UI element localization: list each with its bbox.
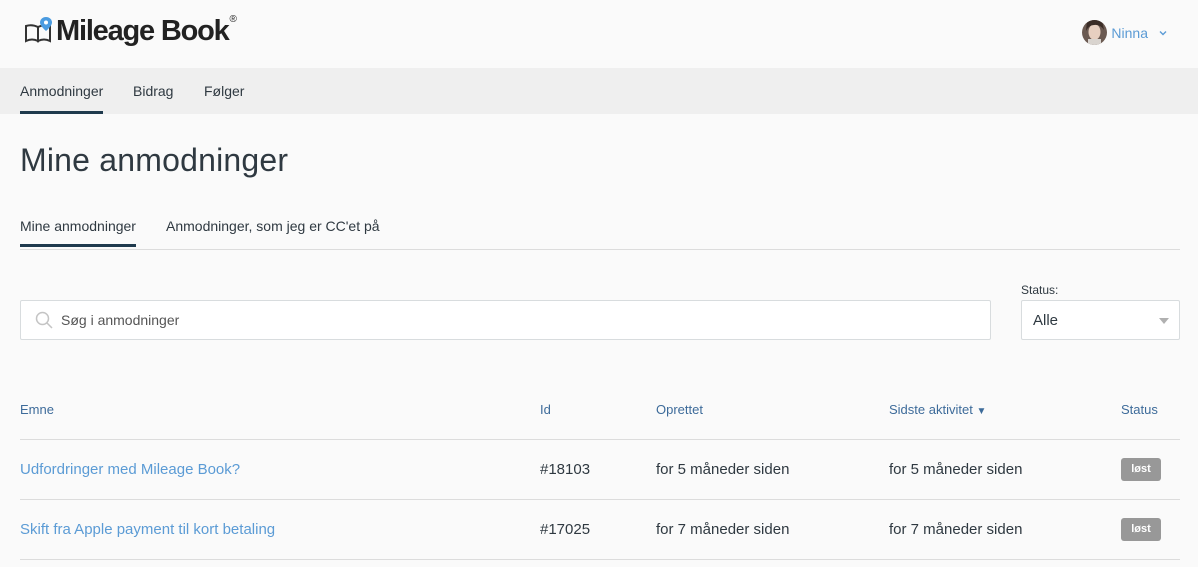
request-subject-link[interactable]: Udfordringer med Mileage Book? [20, 461, 240, 478]
request-id: #17025 [540, 521, 591, 538]
column-header-last-activity[interactable]: Sidste aktivitet ▼ [889, 402, 986, 417]
column-header-id[interactable]: Id [540, 402, 551, 417]
status-badge: løst [1121, 458, 1161, 481]
registered-mark: ® [229, 14, 237, 25]
column-header-created[interactable]: Oprettet [656, 402, 703, 417]
search-input[interactable] [61, 310, 961, 330]
site-header: Mileage Book ® Ninna [0, 0, 1198, 68]
caret-down-icon [1159, 318, 1169, 324]
nav-item-contributions[interactable]: Bidrag [133, 83, 173, 99]
logo-text: Mileage Book [56, 15, 230, 47]
page-title: Mine anmodninger [20, 142, 289, 178]
search-box [20, 300, 991, 340]
tab-cc-requests[interactable]: Anmodninger, som jeg er CC'et på [166, 218, 380, 234]
column-header-last-activity-label: Sidste aktivitet [889, 402, 973, 417]
request-last-activity: for 7 måneder siden [889, 521, 1023, 538]
status-filter-select[interactable]: Alle [1021, 300, 1180, 340]
status-filter-value: Alle [1033, 312, 1059, 329]
request-last-activity: for 5 måneder siden [889, 461, 1023, 478]
search-icon [35, 311, 53, 329]
request-created: for 5 måneder siden [656, 461, 790, 478]
user-name: Ninna [1111, 24, 1148, 41]
table-divider [20, 499, 1180, 500]
request-id: #18103 [540, 461, 591, 478]
status-filter-label: Status: [1021, 283, 1059, 297]
nav-item-requests[interactable]: Anmodninger [20, 83, 104, 114]
column-header-status[interactable]: Status [1121, 402, 1158, 417]
tab-my-requests[interactable]: Mine anmodninger [20, 218, 136, 247]
nav-item-following[interactable]: Følger [204, 83, 244, 99]
avatar [1082, 20, 1108, 45]
request-created: for 7 måneder siden [656, 521, 790, 538]
column-header-subject[interactable]: Emne [20, 402, 54, 417]
table-divider [20, 559, 1180, 560]
sort-desc-icon: ▼ [976, 406, 987, 417]
book-pin-logo-icon [25, 16, 52, 43]
user-menu[interactable]: Ninna [1082, 20, 1168, 45]
request-subject-link[interactable]: Skift fra Apple payment til kort betalin… [20, 521, 275, 538]
main-nav: Anmodninger Bidrag Følger [0, 68, 1198, 114]
request-tabs: Mine anmodninger Anmodninger, som jeg er… [20, 207, 1180, 250]
chevron-down-icon [1159, 30, 1167, 35]
status-badge: løst [1121, 518, 1161, 541]
logo[interactable]: Mileage Book ® [24, 13, 237, 47]
table-divider [20, 439, 1180, 440]
